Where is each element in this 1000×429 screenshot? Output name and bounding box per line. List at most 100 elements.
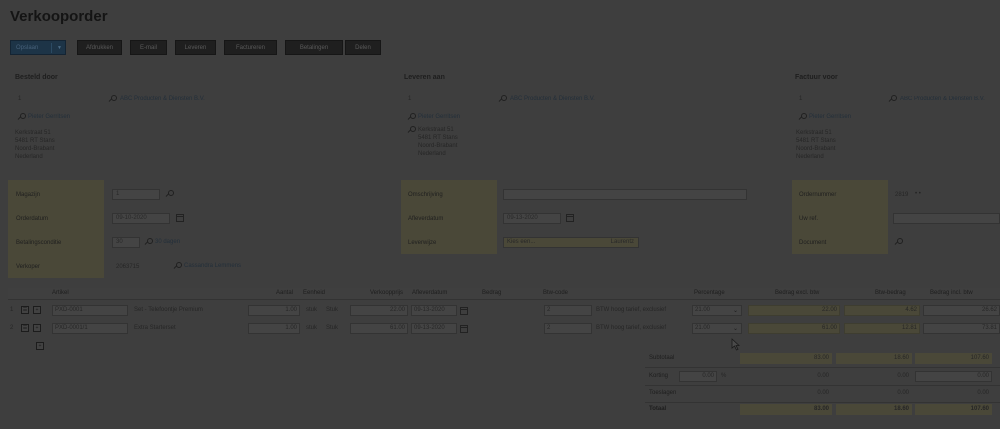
save-button[interactable]: Opslaan ▼ [10, 40, 66, 55]
page-title: Verkooporder [10, 8, 108, 25]
share-button[interactable]: Delen [345, 40, 381, 55]
total-label: Totaal [649, 406, 667, 412]
search-icon[interactable] [165, 190, 174, 198]
percentage-select[interactable]: 21.00 ⌄ [692, 323, 742, 334]
amount-incl-input[interactable]: 73.81 [923, 323, 1000, 334]
column-header-quantity: Aantal [276, 290, 294, 296]
invoice-to-address-line: Nederland [796, 154, 824, 160]
invoice-to-contact[interactable]: Pieter Gerritsen [809, 114, 851, 120]
shipping-method-value: Laurentz [610, 239, 634, 245]
deliver-to-heading: Leveren aan [404, 74, 445, 81]
ordered-by-contact[interactable]: Pieter Gerritsen [28, 114, 70, 120]
item-description: Set - Telefoontje Premium [134, 307, 203, 313]
chevron-down-icon[interactable]: ▼ [57, 41, 62, 56]
column-header-amount-excl: Bedrag excl. btw [775, 290, 820, 296]
search-icon[interactable] [407, 126, 416, 134]
price-input[interactable]: 61.00 [350, 323, 408, 334]
unit-code: stuk [306, 325, 318, 331]
column-header-price: Verkoopprijs [370, 290, 404, 296]
calendar-icon[interactable] [460, 307, 468, 315]
search-icon[interactable] [17, 113, 26, 121]
subtotal-incl: 107.60 [915, 353, 992, 364]
delivery-date-input[interactable]: 09-13-2020 [411, 305, 457, 316]
quantity-input[interactable]: 1.00 [248, 323, 300, 334]
vat-code-input[interactable]: 2 [544, 305, 592, 316]
search-icon[interactable] [798, 113, 807, 121]
payment-condition-label: Betalingsconditie [16, 240, 62, 246]
calendar-icon[interactable] [460, 325, 468, 333]
column-header-delivery-date: Afleverdatum [412, 290, 448, 296]
description-input[interactable] [503, 189, 747, 200]
search-icon[interactable] [407, 113, 416, 121]
orderdate-label: Orderdatum [16, 216, 49, 222]
vat-code-input[interactable]: 2 [544, 323, 592, 334]
order-number-label: Ordernummer [799, 192, 837, 198]
search-icon[interactable] [498, 95, 507, 103]
add-row-icon[interactable]: + [36, 342, 44, 350]
search-icon[interactable] [108, 95, 117, 103]
delivery-date-label: Afleverdatum [408, 216, 444, 222]
item-code-input[interactable]: PXD-0001 [52, 305, 128, 316]
vat-description: BTW hoog tarief, exclusief [596, 307, 667, 313]
calendar-icon[interactable] [566, 214, 574, 222]
amount-excl-value: 61.00 [748, 323, 840, 334]
total-vat: 18.60 [836, 404, 912, 415]
deliver-to-address-line: Kerkstraat 51 [418, 127, 454, 133]
column-header-amount: Bedrag [482, 290, 502, 296]
ordered-by-address-line: 5481 RT Stans [15, 138, 55, 144]
row-menu-icon[interactable]: ☰ [21, 324, 29, 332]
search-icon[interactable] [888, 95, 897, 103]
seller-name[interactable]: Cassandra Lemmens [184, 263, 241, 269]
search-icon[interactable] [173, 262, 182, 270]
description-label: Omschrijving [408, 192, 443, 198]
table-row: 1 ☰ + PXD-0001 Set - Telefoontje Premium… [8, 304, 1000, 318]
subtotal-label: Subtotaal [649, 355, 675, 361]
item-code-input[interactable]: PXD-0001/1 [52, 323, 128, 334]
warehouse-label: Magazijn [16, 192, 41, 198]
subtotal-vat: 18.60 [836, 353, 912, 364]
row-add-icon[interactable]: + [33, 306, 41, 314]
reference-input[interactable] [893, 213, 1000, 224]
subtotal-excl: 83.00 [740, 353, 832, 364]
column-header-vat-code: Btw-code [543, 290, 569, 296]
invoice-to-company[interactable]: ABC Producten & Diensten B.V. [900, 96, 1000, 102]
search-icon[interactable] [894, 238, 903, 246]
calendar-icon[interactable] [176, 214, 184, 222]
quantity-input[interactable]: 1.00 [248, 305, 300, 316]
payment-condition-input[interactable]: 30 [112, 237, 140, 248]
orderdate-input[interactable]: 09-10-2020 [112, 213, 170, 224]
ordered-by-company[interactable]: ABC Producten & Diensten B.V. [120, 96, 205, 102]
payments-button[interactable]: Betalingen [285, 40, 343, 55]
row-add-icon[interactable]: + [33, 324, 41, 332]
row-number: 2 [10, 325, 14, 331]
email-button[interactable]: E-mail [130, 40, 167, 55]
discount-vat: 0.00 [897, 373, 909, 379]
discount-label: Korting [649, 373, 669, 379]
print-button[interactable]: Afdrukken [77, 40, 122, 55]
delivery-date-input[interactable]: 09-13-2020 [503, 213, 561, 224]
ordered-by-address-line: Nederland [15, 154, 43, 160]
row-menu-icon[interactable]: ☰ [21, 306, 29, 314]
unit-label: Stuk [326, 307, 339, 313]
percentage-select[interactable]: 21.00 ⌄ [692, 305, 742, 316]
mouse-pointer-icon [731, 338, 741, 351]
amount-incl-input[interactable]: 26.62 [923, 305, 1000, 316]
warehouse-input[interactable]: 1 [112, 189, 160, 200]
deliver-button[interactable]: Leveren [175, 40, 216, 55]
column-header-item: Artikel [52, 290, 69, 296]
deliver-to-company[interactable]: ABC Producten & Diensten B.V. [510, 96, 595, 102]
search-icon[interactable] [144, 238, 153, 246]
order-number-suffix[interactable]: • • [915, 191, 921, 197]
invoice-to-code: 1 [799, 96, 803, 102]
ordered-by-heading: Besteld door [15, 74, 58, 81]
price-input[interactable]: 22.00 [350, 305, 408, 316]
delivery-date-input[interactable]: 09-13-2020 [411, 323, 457, 334]
discount-incl-input[interactable]: 0.00 [915, 371, 992, 382]
surcharges-label: Toeslagen [649, 390, 677, 396]
invoice-button[interactable]: Factureren [224, 40, 277, 55]
chevron-down-icon: ⌄ [732, 326, 738, 332]
percentage-value: 21.00 [695, 307, 711, 313]
shipping-method-select[interactable]: Kies een... Laurentz [503, 237, 639, 248]
discount-percentage-input[interactable]: 0.00 [679, 371, 717, 382]
deliver-to-contact[interactable]: Pieter Gerritsen [418, 114, 460, 120]
